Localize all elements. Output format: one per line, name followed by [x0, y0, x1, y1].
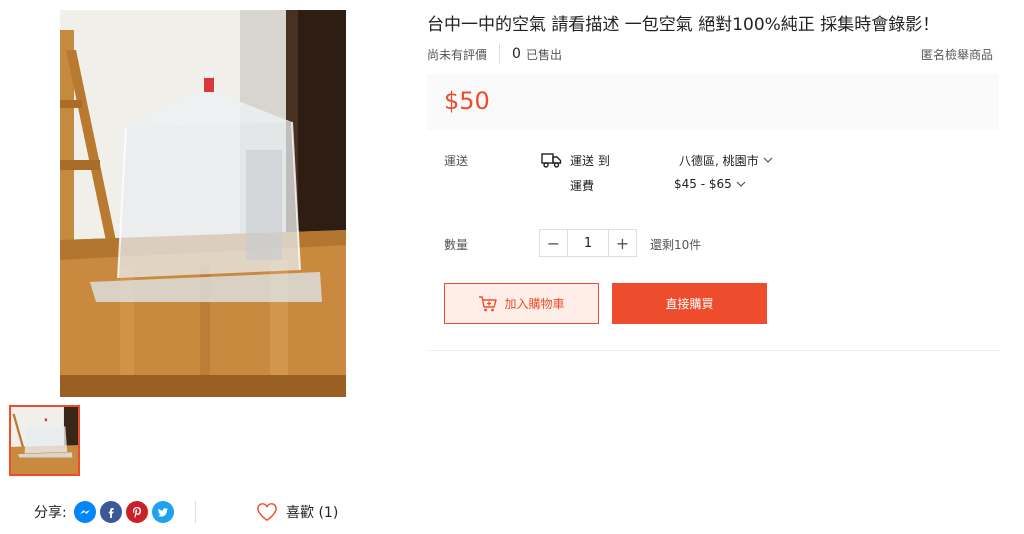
stock-remaining: 還剩10件 [650, 238, 702, 252]
shipping-location-select[interactable]: 八德區, 桃園市 [679, 152, 773, 169]
meta-divider [499, 44, 501, 64]
pinterest-icon[interactable] [125, 501, 148, 523]
cart-icon [479, 295, 498, 311]
product-main-image[interactable] [60, 10, 346, 397]
chevron-down-icon [736, 181, 746, 187]
quantity-input[interactable]: 1 [567, 230, 609, 256]
shipping-location: 八德區, 桃園市 [679, 154, 759, 168]
shipping-fee-label: 運費 [570, 179, 595, 193]
rating-text: 尚未有評價 [427, 47, 488, 62]
product-title: 台中一中的空氣 請看描述 一包空氣 絕對100%純正 採集時會錄影！ [427, 15, 940, 35]
facebook-icon[interactable] [99, 501, 122, 523]
chevron-down-icon [763, 157, 773, 163]
quantity-stepper: − 1 + [539, 229, 637, 257]
product-meta: 尚未有評價 0 已售出 [427, 43, 562, 65]
sold-count: 0 [512, 46, 521, 62]
section-divider [427, 350, 999, 351]
like-count: 喜歡 (1) [286, 505, 339, 521]
twitter-icon[interactable] [151, 501, 174, 523]
share-label: 分享: [34, 505, 67, 521]
quantity-label: 數量 [444, 238, 469, 252]
add-to-cart-button[interactable]: 加入購物車 [444, 283, 599, 324]
heart-icon [257, 503, 277, 522]
truck-icon [541, 153, 562, 168]
shipping-fee: $45 - $65 [674, 177, 732, 191]
messenger-icon[interactable] [73, 501, 96, 523]
buy-now-label: 直接購買 [665, 297, 714, 311]
quantity-decrease-button[interactable]: − [540, 230, 567, 256]
quantity-increase-button[interactable]: + [609, 230, 636, 256]
buy-now-button[interactable]: 直接購買 [612, 283, 767, 324]
product-thumbnail[interactable] [9, 405, 80, 476]
sold-label: 已售出 [525, 47, 562, 62]
like-button[interactable]: 喜歡 (1) [256, 499, 338, 525]
report-link[interactable]: 匿名檢舉商品 [921, 46, 993, 63]
product-price: $50 [444, 87, 490, 115]
add-to-cart-label: 加入購物車 [504, 297, 565, 311]
ship-to-label: 運送 到 [570, 154, 610, 168]
shipping-label: 運送 [444, 154, 469, 168]
share-divider [195, 501, 196, 523]
price-box: $50 [427, 74, 999, 130]
shipping-fee-select[interactable]: $45 - $65 [674, 177, 746, 191]
share-bar: 分享: [34, 499, 174, 525]
